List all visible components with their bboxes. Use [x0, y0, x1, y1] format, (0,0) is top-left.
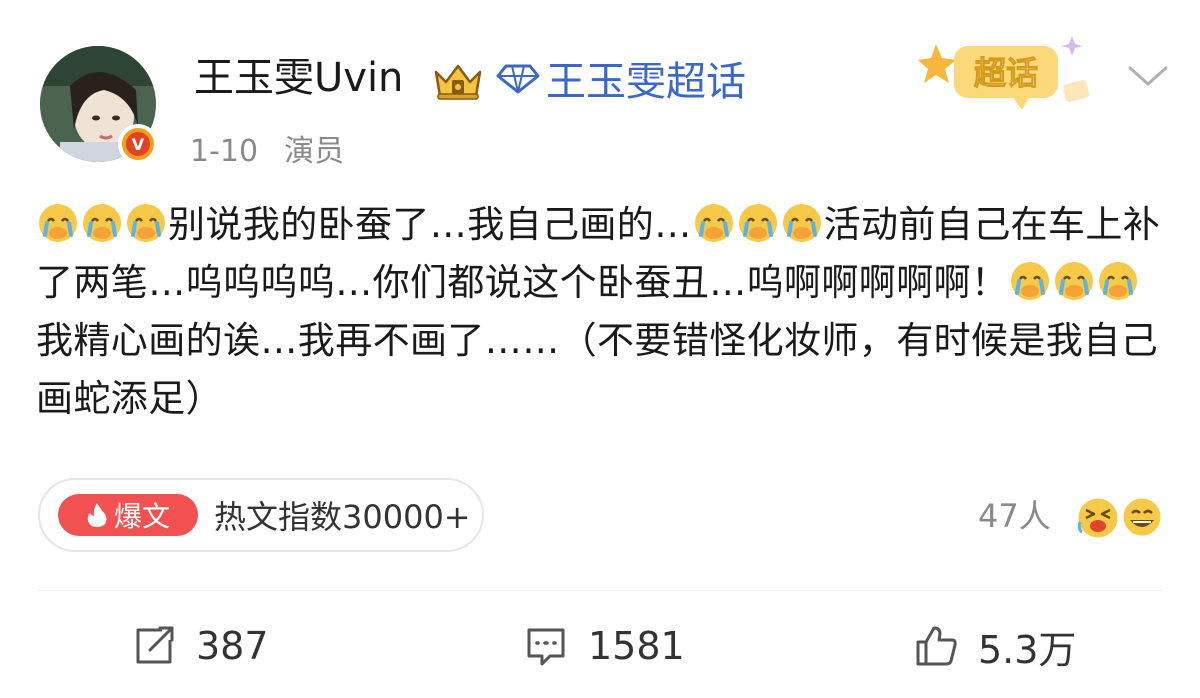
reaction-people-count[interactable]: 47人 — [978, 496, 1051, 536]
supertopic-link[interactable]: 王玉雯超话 — [496, 50, 746, 106]
diamond-icon — [496, 64, 540, 94]
hot-index-text: 热文指数30000+ — [214, 498, 471, 536]
chevron-down-icon[interactable] — [1126, 62, 1170, 90]
crying-emoji-icon — [1055, 262, 1094, 300]
post-date: 1-10 — [190, 134, 259, 169]
crown-icon — [434, 64, 482, 100]
crying-emoji-icon — [1011, 262, 1050, 300]
username[interactable]: 王玉雯Uvin — [194, 50, 403, 106]
crying-emoji-icon — [127, 204, 165, 242]
post-text-segment: 别说我的卧蚕了…我自己画的… — [168, 203, 692, 246]
supertopic-badge[interactable]: 超话 — [918, 30, 1098, 116]
hot-index-pill[interactable]: 爆文 热文指数30000+ — [38, 478, 484, 552]
crying-emoji-icon — [694, 204, 733, 242]
comment-button[interactable]: 1581 — [524, 618, 685, 674]
supertopic-link-label: 王玉雯超话 — [546, 59, 746, 105]
like-button[interactable]: 5.3万 — [914, 618, 1076, 674]
post-text: 别说我的卧蚕了…我自己画的… 活动前自己在车上补了两笔…呜呜呜呜…你们都说这个卧蚕… — [36, 196, 1166, 428]
comment-count: 1581 — [588, 624, 685, 668]
crying-emoji-icon — [782, 204, 821, 242]
thumbs-up-icon — [916, 626, 957, 666]
crying-emoji-icon — [738, 204, 777, 242]
post-text-segment: 我精心画的诶…我再不画了……（不要错怪化妆师，有时候是我自己画蛇添足） — [36, 319, 1158, 420]
hot-badge: 爆文 — [58, 494, 198, 536]
flame-icon — [87, 503, 107, 527]
post-meta: 1-10 演员 — [190, 132, 344, 172]
divider — [38, 590, 1162, 591]
crying-emoji-icon — [1099, 262, 1138, 300]
reaction-emoji-icons[interactable] — [1072, 492, 1168, 542]
comment-icon — [527, 628, 565, 666]
share-icon — [136, 626, 174, 664]
supertopic-badge-label: 超话 — [974, 54, 1038, 92]
verified-badge-icon: V — [118, 124, 158, 164]
crying-emoji-icon — [39, 204, 77, 242]
like-count: 5.3万 — [978, 627, 1077, 672]
user-role: 演员 — [284, 134, 345, 169]
crying-emoji-icon — [83, 204, 121, 242]
share-count: 387 — [196, 624, 269, 668]
share-button[interactable]: 387 — [132, 618, 269, 674]
hot-badge-label: 爆文 — [113, 500, 170, 533]
